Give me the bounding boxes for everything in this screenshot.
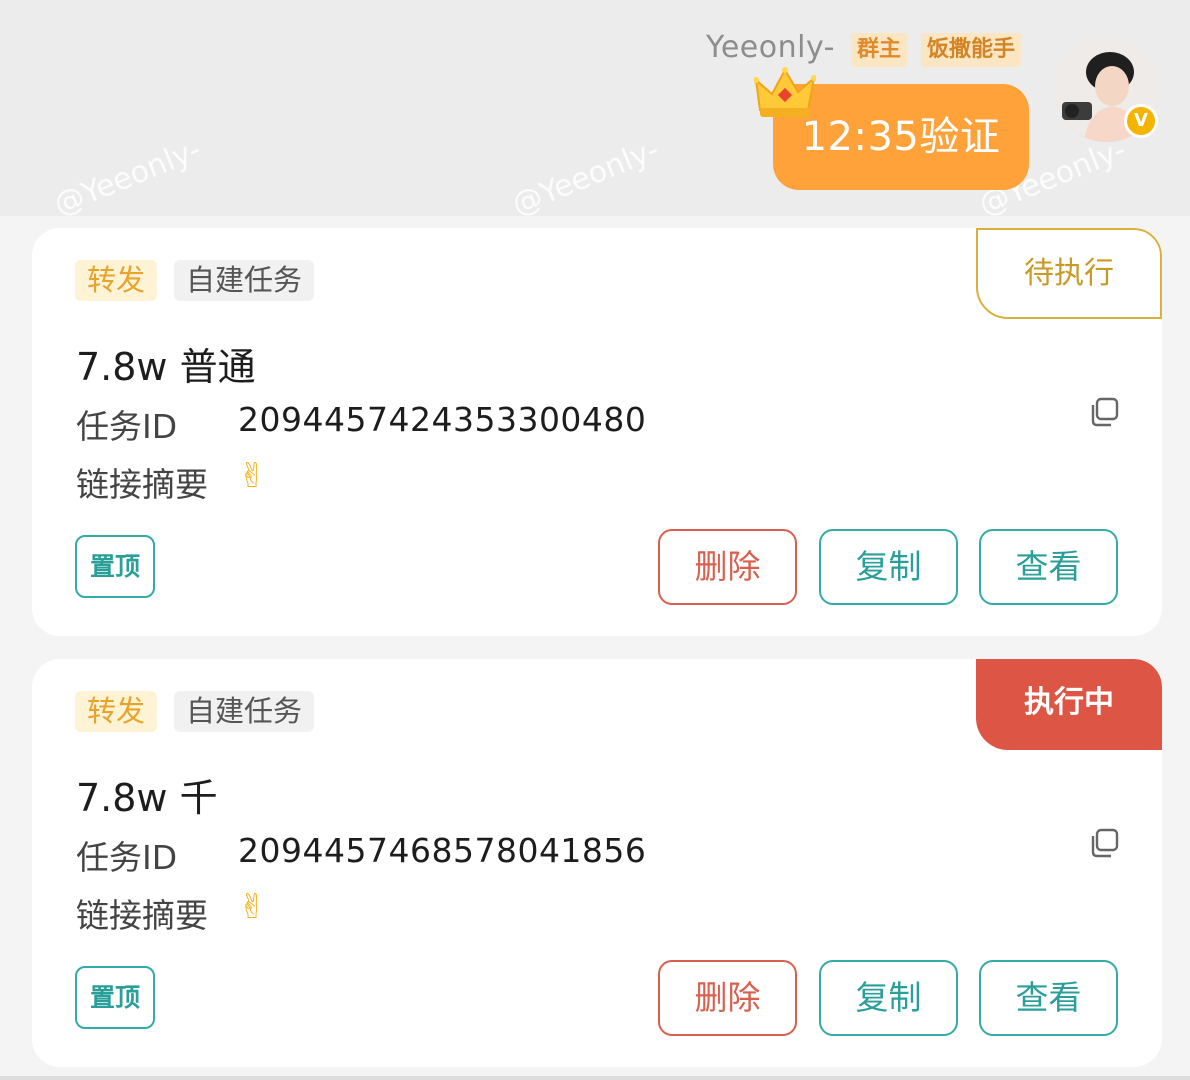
- task-card: 转发 自建任务 执行中 7.8w 千 任务ID 2094457468578041…: [32, 659, 1162, 1067]
- task-type-tag: 转发: [75, 260, 158, 301]
- link-summary-label: 链接摘要: [76, 465, 208, 504]
- task-id-value: 2094457424353300480: [238, 400, 647, 439]
- view-button[interactable]: 查看: [979, 960, 1118, 1036]
- view-button[interactable]: 查看: [979, 529, 1118, 605]
- status-badge: 执行中: [976, 659, 1162, 750]
- member-title-badge: 饭撒能手: [921, 33, 1022, 67]
- watermark: @Yeeonly-: [49, 132, 206, 216]
- copy-icon[interactable]: [1088, 827, 1120, 859]
- status-badge: 待执行: [976, 228, 1162, 319]
- crown-icon: [754, 67, 816, 117]
- divider: [0, 1076, 1190, 1080]
- verified-icon: V: [1124, 104, 1158, 138]
- sender-name[interactable]: Yeeonly-: [706, 30, 835, 65]
- delete-button[interactable]: 删除: [658, 529, 797, 605]
- task-id-label: 任务ID: [76, 407, 178, 446]
- task-type-tag: 转发: [75, 691, 158, 732]
- task-source-tag: 自建任务: [174, 691, 315, 732]
- chat-message-area: @Yeeonly- @Yeeonly- @Yeeonly- Yeeonly- 群…: [0, 0, 1190, 216]
- pin-button[interactable]: 置顶: [75, 966, 155, 1029]
- link-summary-label: 链接摘要: [76, 896, 208, 935]
- copy-button[interactable]: 复制: [819, 529, 958, 605]
- task-title: 7.8w 千: [76, 776, 218, 820]
- chat-page: @Yeeonly- @Yeeonly- @Yeeonly- Yeeonly- 群…: [0, 0, 1190, 1080]
- task-id-label: 任务ID: [76, 838, 178, 877]
- copy-icon[interactable]: [1088, 396, 1120, 428]
- delete-button[interactable]: 删除: [658, 960, 797, 1036]
- pin-button[interactable]: 置顶: [75, 535, 155, 598]
- group-owner-badge: 群主: [851, 33, 908, 67]
- task-card: 转发 自建任务 待执行 7.8w 普通 任务ID 209445742435330…: [32, 228, 1162, 636]
- copy-button[interactable]: 复制: [819, 960, 958, 1036]
- victory-hand-icon: ✌: [238, 887, 267, 927]
- victory-hand-icon: ✌: [238, 456, 267, 496]
- task-source-tag: 自建任务: [174, 260, 315, 301]
- watermark: @Yeeonly-: [507, 132, 664, 216]
- task-id-value: 2094457468578041856: [238, 831, 647, 870]
- task-title: 7.8w 普通: [76, 345, 256, 389]
